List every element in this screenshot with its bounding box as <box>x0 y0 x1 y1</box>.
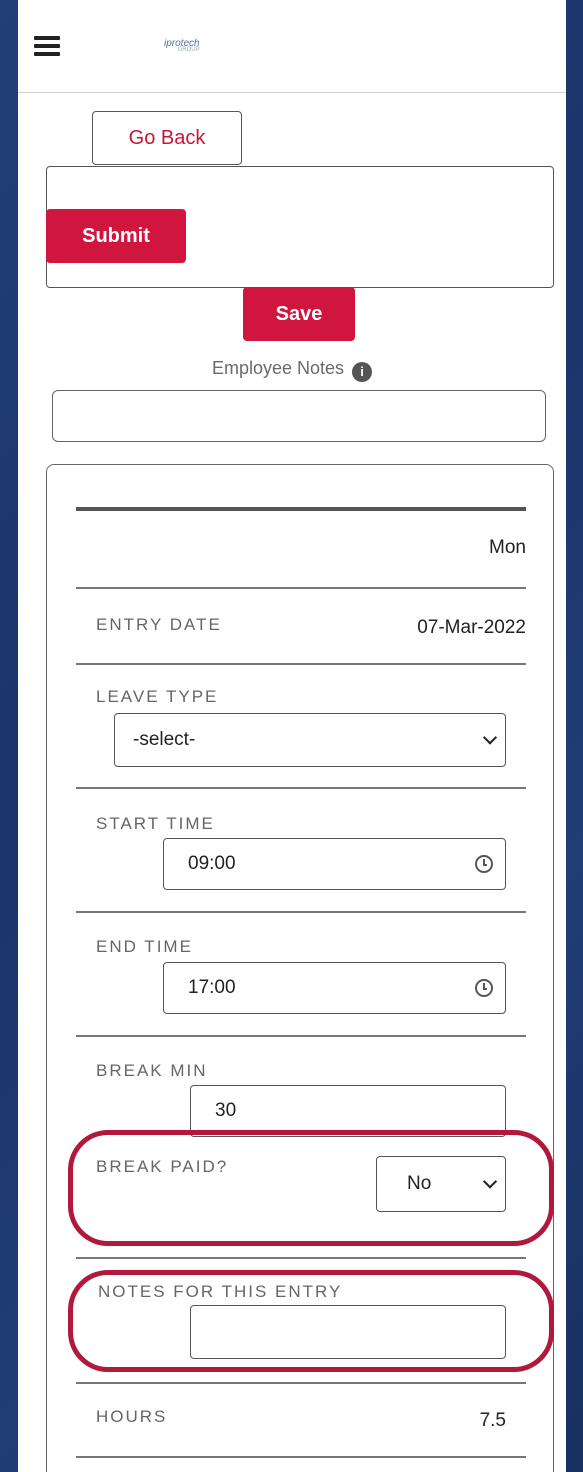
leave-type-select[interactable]: -select- <box>114 713 506 767</box>
info-icon[interactable]: i <box>352 362 373 382</box>
leave-type-value: -select- <box>133 729 196 750</box>
leave-type-label: LEAVE TYPE <box>96 687 219 706</box>
chevron-down-icon <box>482 730 498 745</box>
entry-date-label: ENTRY DATE <box>96 615 222 634</box>
end-time-input[interactable]: 17:00 <box>163 962 506 1014</box>
hours-value: 7.5 <box>479 1410 506 1431</box>
hours-label: HOURS <box>96 1407 168 1426</box>
card-top-divider <box>76 507 526 511</box>
start-time-value: 09:00 <box>188 853 236 874</box>
divider <box>76 1035 526 1037</box>
submit-button[interactable]: Submit <box>46 209 186 263</box>
employee-notes-label-text: Employee Notes <box>211 358 345 378</box>
break-paid-select[interactable]: No <box>376 1156 506 1212</box>
chevron-down-icon <box>482 1174 498 1189</box>
hamburger-menu-icon[interactable] <box>34 36 60 56</box>
employee-notes-input[interactable] <box>52 390 546 442</box>
start-time-input[interactable]: 09:00 <box>163 838 506 890</box>
top-bar: iprotech GROUP <box>18 0 566 93</box>
clock-icon[interactable] <box>475 979 493 997</box>
divider <box>76 787 526 789</box>
clock-icon[interactable] <box>475 855 493 873</box>
entry-date-value: 07-Mar-2022 <box>417 617 526 638</box>
break-min-label: BREAK MIN <box>96 1061 208 1080</box>
divider <box>76 663 526 665</box>
employee-notes-label: Employee Notes i <box>18 358 566 382</box>
divider <box>76 1382 526 1384</box>
end-time-value: 17:00 <box>188 977 236 998</box>
divider <box>76 1257 526 1259</box>
divider <box>76 1456 526 1458</box>
entry-notes-input[interactable] <box>190 1305 506 1359</box>
save-button[interactable]: Save <box>243 287 355 341</box>
start-time-label: START TIME <box>96 814 215 833</box>
divider <box>76 911 526 913</box>
break-paid-value: No <box>407 1173 432 1194</box>
break-min-value: 30 <box>215 1100 237 1121</box>
go-back-button[interactable]: Go Back <box>92 111 242 165</box>
app-panel: iprotech GROUP Go Back Submit Save Emplo… <box>18 0 566 1472</box>
break-paid-label: BREAK PAID? <box>96 1157 229 1176</box>
divider <box>76 587 526 589</box>
entry-day: Mon <box>489 537 526 558</box>
company-logo: iprotech GROUP <box>164 38 200 53</box>
end-time-label: END TIME <box>96 937 193 956</box>
entry-notes-label: NOTES FOR THIS ENTRY <box>98 1282 343 1301</box>
